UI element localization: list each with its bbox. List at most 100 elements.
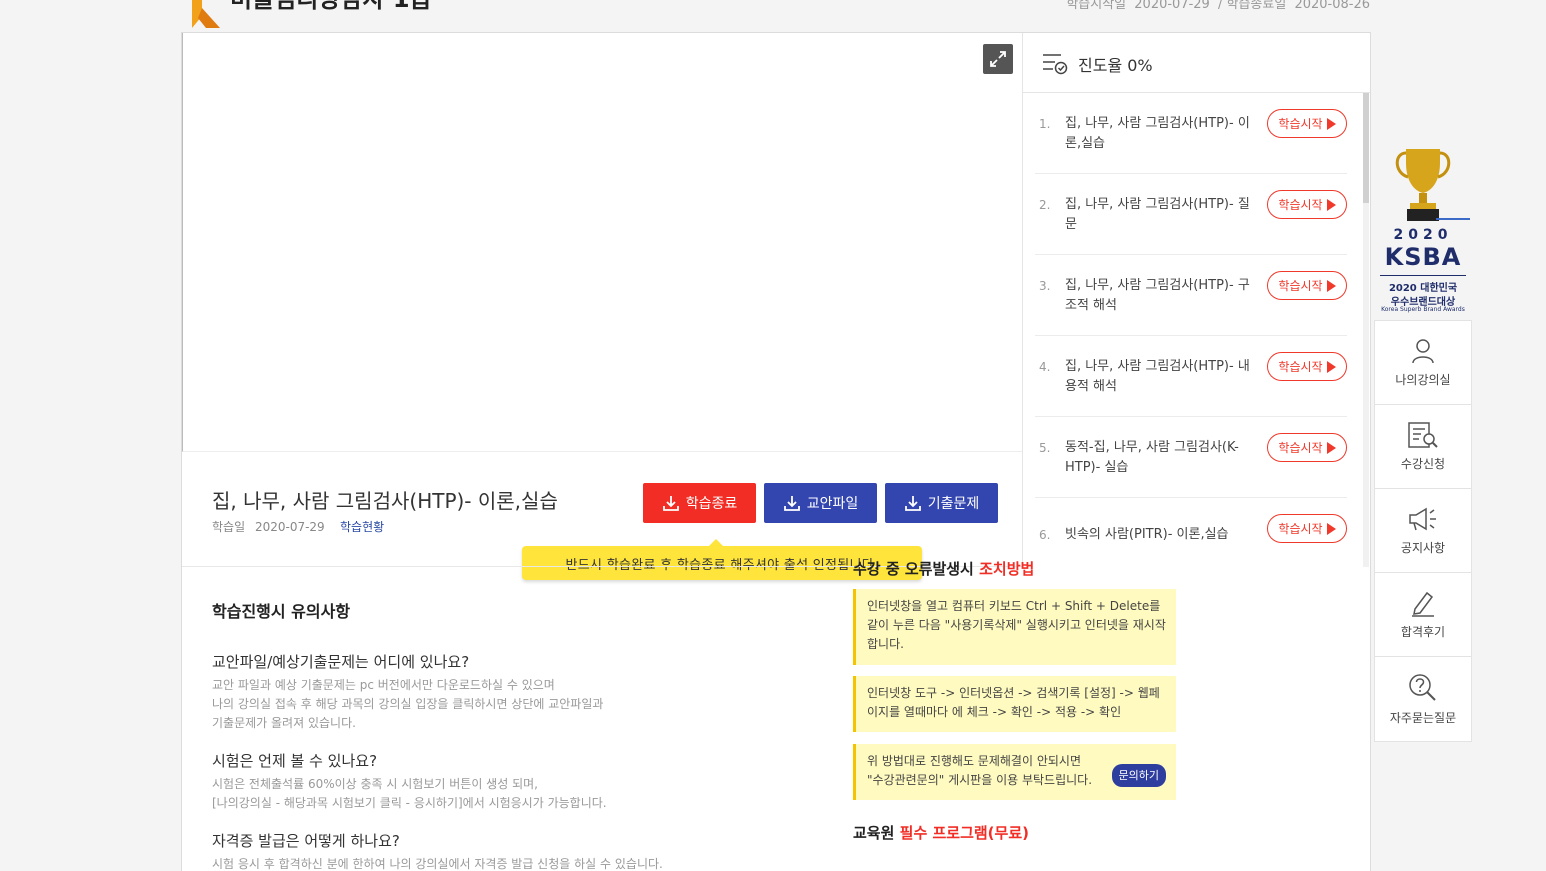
award-year: 2020 <box>1393 227 1453 243</box>
chapter-item: 4. 집, 나무, 사람 그림검사(HTP)- 내용적 해석 학습시작 <box>1035 336 1347 417</box>
lesson-date: 학습일 2020-07-29 <box>212 518 325 535</box>
end-label: / 학습종료일 <box>1217 0 1287 12</box>
chapter-number: 6. <box>1039 528 1051 542</box>
chapter-title: 집, 나무, 사람 그림검사(HTP)- 이론,실습 <box>1065 116 1250 151</box>
chapter-item: 3. 집, 나무, 사람 그림검사(HTP)- 구조적 해석 학습시작 <box>1035 255 1347 336</box>
document-search-icon <box>1408 422 1438 448</box>
progress-rate: 진도율 0% <box>1078 56 1153 75</box>
end-study-button[interactable]: 학습종료 <box>643 483 756 523</box>
question-search-icon <box>1409 673 1436 701</box>
fullscreen-button[interactable] <box>983 44 1013 74</box>
checklist-icon <box>1043 54 1068 75</box>
quick-label: 합격후기 <box>1400 625 1446 639</box>
lecture-file-label: 교안파일 <box>806 496 859 512</box>
chapter-start-label: 학습시작 <box>1278 198 1323 212</box>
end-date: 2020-08-26 <box>1294 0 1370 12</box>
quick-faq[interactable]: 자주묻는질문 <box>1375 657 1471 741</box>
download-icon <box>904 496 921 511</box>
chapter-number: 5. <box>1039 441 1051 455</box>
award-brand: KSBA <box>1384 243 1462 271</box>
chapter-start-label: 학습시작 <box>1278 117 1323 131</box>
chapter-title: 동적-집, 나무, 사람 그림검사(K-HTP)- 실습 <box>1065 440 1239 475</box>
play-icon <box>1326 279 1336 292</box>
award-english: Korea Superb Brand Awards <box>1381 306 1465 313</box>
past-exam-button[interactable]: 기출문제 <box>885 483 998 523</box>
award-korean-line-1: 2020 대한민국 <box>1388 283 1458 294</box>
chapter-number: 3. <box>1039 279 1051 293</box>
quick-enroll[interactable]: 수강신청 <box>1375 405 1471 489</box>
quick-reviews[interactable]: 합격후기 <box>1375 573 1471 657</box>
error-help-heading: 수강 중 오류발생시 조치방법 <box>853 558 1034 579</box>
chapter-item: 6. 빗속의 사람(PITR)- 이론,실습 학습시작 <box>1035 498 1347 567</box>
chapter-start-button[interactable]: 학습시작 <box>1267 190 1347 219</box>
quick-label: 수강신청 <box>1400 457 1446 471</box>
error-help-box: 위 방법대로 진행해도 문제해결이 안되시면 "수강관련문의" 게시판을 이용 … <box>853 744 1176 800</box>
ksba-award-badge: 2020 KSBA 2020 대한민국 우수브랜드대상 Korea Superb… <box>1374 145 1472 320</box>
megaphone-icon <box>1409 507 1436 531</box>
chapter-start-button[interactable]: 학습시작 <box>1267 352 1347 381</box>
chapter-start-label: 학습시작 <box>1278 441 1323 455</box>
award-divider <box>1380 275 1466 276</box>
chapter-scrollbar[interactable] <box>1363 93 1369 567</box>
past-exam-label: 기출문제 <box>927 496 980 512</box>
download-icon <box>662 496 679 511</box>
start-label: 학습시작일 <box>1066 0 1127 12</box>
chapter-start-label: 학습시작 <box>1278 522 1323 536</box>
error-help-heading-main: 수강 중 오류발생시 <box>853 560 974 578</box>
faq-answer-line: 시험 응시 후 합격하신 분에 한하여 나의 강의실에서 자격증 발급 신청을 … <box>212 857 663 871</box>
quick-my-classroom[interactable]: 나의강의실 <box>1375 321 1471 405</box>
lesson-date-label: 학습일 <box>212 520 246 534</box>
chapter-number: 2. <box>1039 198 1051 212</box>
scrollbar-thumb[interactable] <box>1363 93 1369 203</box>
play-icon <box>1326 360 1336 373</box>
chapter-start-label: 학습시작 <box>1278 360 1323 374</box>
quick-notice[interactable]: 공지사항 <box>1375 489 1471 573</box>
person-icon <box>1412 339 1434 364</box>
faq-answer: 시험 응시 후 합격하신 분에 한하여 나의 강의실에서 자격증 발급 신청을 … <box>212 855 992 871</box>
chapter-start-button[interactable]: 학습시작 <box>1267 271 1347 300</box>
quick-label: 자주묻는질문 <box>1389 710 1457 725</box>
download-icon <box>783 496 800 511</box>
course-dates: 학습시작일 2020-07-29 / 학습종료일 2020-08-26 <box>1062 0 1370 13</box>
quick-label: 공지사항 <box>1400 541 1446 555</box>
play-icon <box>1326 522 1336 535</box>
chapter-start-label: 학습시작 <box>1278 279 1323 293</box>
play-icon <box>1326 117 1336 130</box>
error-help-box: 인터넷창 도구 -> 인터넷옵션 -> 검색기록 [설정] -> 웹페이지를 열… <box>853 676 1176 732</box>
chapter-item: 5. 동적-집, 나무, 사람 그림검사(K-HTP)- 실습 학습시작 <box>1035 417 1347 498</box>
quick-menu: 나의강의실 수강신청 공지사항 합격후기 자주묻는질문 <box>1374 320 1472 742</box>
chapter-item: 2. 집, 나무, 사람 그림검사(HTP)- 질문 학습시작 <box>1035 174 1347 255</box>
study-status-link[interactable]: 학습현황 <box>340 518 384 535</box>
edu-heading-highlight: 필수 프로그램(무료) <box>899 824 1029 842</box>
chapter-start-button[interactable]: 학습시작 <box>1267 514 1347 543</box>
trophy-icon <box>1395 149 1470 221</box>
start-date: 2020-07-29 <box>1134 0 1210 12</box>
chapter-title: 빗속의 사람(PITR)- 이론,실습 <box>1065 527 1229 542</box>
chapter-number: 4. <box>1039 360 1051 374</box>
chapter-start-button[interactable]: 학습시작 <box>1267 109 1347 138</box>
lecture-file-button[interactable]: 교안파일 <box>764 483 877 523</box>
progress-header: 진도율 0% <box>1022 33 1370 93</box>
chapter-title: 집, 나무, 사람 그림검사(HTP)- 내용적 해석 <box>1065 359 1250 394</box>
main-panel: 집, 나무, 사람 그림검사(HTP)- 이론,실습 학습일 2020-07-2… <box>181 32 1371 871</box>
chapter-start-button[interactable]: 학습시작 <box>1267 433 1347 462</box>
chapter-list: 1. 집, 나무, 사람 그림검사(HTP)- 이론,실습 학습시작 2. 집,… <box>1022 93 1370 567</box>
error-help-heading-highlight: 조치방법 <box>979 560 1035 578</box>
edu-heading-main: 교육원 <box>853 824 895 842</box>
logo-icon <box>192 0 220 28</box>
chapter-title: 집, 나무, 사람 그림검사(HTP)- 구조적 해석 <box>1065 278 1250 313</box>
lesson-title: 집, 나무, 사람 그림검사(HTP)- 이론,실습 <box>212 489 558 513</box>
course-title: 미술심리상담사 1급 <box>230 0 432 14</box>
expand-icon <box>990 51 1006 67</box>
edu-program-heading: 교육원 필수 프로그램(무료) <box>853 822 1029 843</box>
chapter-title: 집, 나무, 사람 그림검사(HTP)- 질문 <box>1065 197 1250 232</box>
play-icon <box>1326 441 1336 454</box>
lesson-date-value: 2020-07-29 <box>254 520 325 534</box>
pencil-icon <box>1412 591 1434 617</box>
error-help-box: 인터넷창을 열고 컴퓨터 키보드 Ctrl + Shift + Delete를 … <box>853 589 1176 665</box>
video-player[interactable] <box>182 33 1022 452</box>
play-icon <box>1326 198 1336 211</box>
inquiry-button[interactable]: 문의하기 <box>1111 764 1166 787</box>
quick-label: 나의강의실 <box>1395 373 1451 387</box>
end-study-label: 학습종료 <box>685 496 738 512</box>
